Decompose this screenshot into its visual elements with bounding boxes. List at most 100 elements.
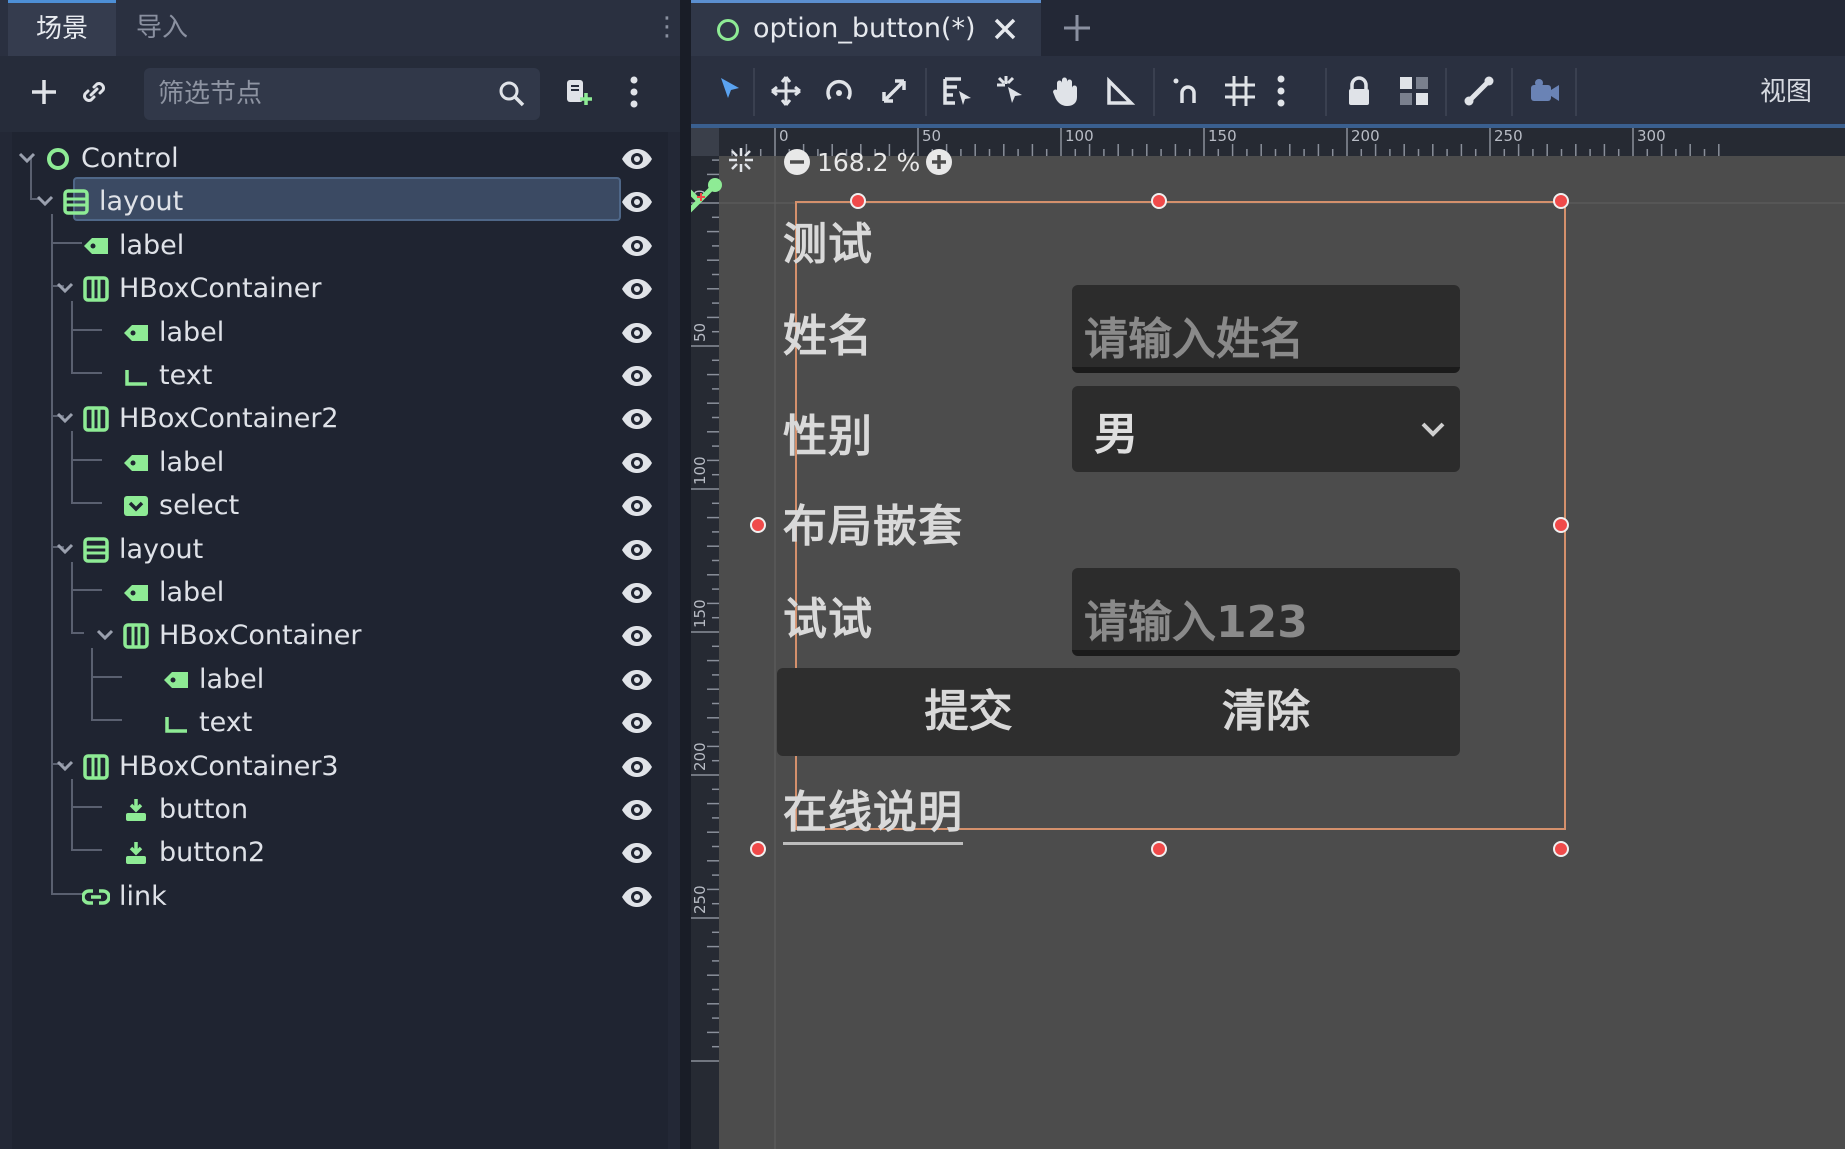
ruler-mode-icon[interactable] [1103,73,1139,109]
scene-tab-label: option_button(*) [753,13,976,44]
zoom-out-icon[interactable] [783,148,811,176]
camera-icon[interactable] [1527,73,1563,109]
dock-menu-icon[interactable]: ⋮ [654,12,680,44]
close-icon[interactable] [991,15,1019,43]
name-label[interactable]: 姓名 [783,300,873,364]
name-input[interactable]: 请输入姓名 [1072,285,1460,373]
tab-scene[interactable]: 场景 [8,0,117,56]
chevron-down-icon[interactable] [54,277,76,299]
optionbutton-icon [122,492,150,520]
try-input[interactable]: 请输入123 [1072,568,1460,656]
scale-mode-icon[interactable] [876,73,912,109]
anchor-gizmo-icon[interactable] [691,173,727,229]
ruler-top-label: 250 [1494,128,1523,145]
snap-options-icon[interactable] [1276,73,1312,109]
group-icon[interactable] [1396,73,1432,109]
dock-tab-bar: 场景 导入 ⋮ [0,0,680,56]
grid-snap-icon[interactable] [1222,73,1258,109]
visibility-eye-icon[interactable] [620,359,654,393]
scene-menu-icon[interactable] [612,70,656,114]
nested-layout-title[interactable]: 布局嵌套 [783,490,963,554]
visibility-eye-icon[interactable] [620,272,654,306]
visibility-eye-icon[interactable] [620,142,654,176]
select-mode-icon[interactable] [713,73,749,109]
visibility-eye-icon[interactable] [620,576,654,610]
ruler-left-ticks: 050100150200250 [691,159,719,1062]
linkbutton-icon [81,883,111,911]
control-circle-icon [717,19,739,41]
name-placeholder: 请输入姓名 [1084,314,1304,365]
visibility-eye-icon[interactable] [620,489,654,523]
try-placeholder: 请输入123 [1084,597,1308,648]
zoom-in-icon[interactable] [925,148,953,176]
list-select-icon[interactable] [939,73,975,109]
button-icon [122,796,150,824]
try-label[interactable]: 试试 [783,583,873,647]
lineedit-icon [122,362,150,390]
label-tag-icon [162,666,190,694]
visibility-eye-icon[interactable] [620,793,654,827]
label-tag-icon [122,579,150,607]
attach-script-icon[interactable] [556,70,600,114]
tab-import[interactable]: 导入 [108,0,216,56]
resize-handle-top[interactable] [1151,193,1167,209]
add-tab-icon[interactable] [1061,12,1093,44]
resize-handle-left[interactable] [750,517,766,533]
chevron-down-icon[interactable] [34,190,56,212]
pan-mode-icon[interactable] [1048,73,1084,109]
visibility-eye-icon[interactable] [620,706,654,740]
scene-tree: Control layout label HBoxContainer label text… [12,132,668,1149]
bone-icon[interactable] [1461,73,1497,109]
chevron-down-icon[interactable] [54,538,76,560]
rotate-mode-icon[interactable] [821,73,857,109]
visibility-eye-icon[interactable] [620,402,654,436]
visibility-eye-icon[interactable] [620,750,654,784]
smart-snap-icon[interactable] [1168,73,1204,109]
chevron-down-icon[interactable] [54,407,76,429]
online-help-link[interactable]: 在线说明 [783,776,963,845]
gender-select[interactable]: 男 [1072,386,1460,472]
clear-button[interactable]: 清除 [1072,668,1460,756]
resize-handle-top-left[interactable] [850,193,866,209]
control-circle-icon [44,145,72,173]
canvas-viewport[interactable]: 050100150200250300 050100150200250 168.2… [691,128,1845,1149]
visibility-eye-icon[interactable] [620,836,654,870]
ruler-left-label: 150 [691,599,709,628]
pivot-mode-icon[interactable] [994,73,1030,109]
vbox-icon [82,536,110,564]
form-title[interactable]: 测试 [783,208,873,272]
filter-nodes-input[interactable] [158,68,478,120]
instance-link-icon[interactable] [72,70,116,114]
visibility-eye-icon[interactable] [620,316,654,350]
search-icon[interactable] [496,78,528,110]
tree-row-link-17[interactable]: link [12,871,668,922]
add-node-icon[interactable] [22,70,66,114]
visibility-eye-icon[interactable] [620,185,654,219]
filter-nodes-field[interactable] [144,68,540,120]
move-mode-icon[interactable] [768,73,804,109]
resize-handle-right[interactable] [1553,517,1569,533]
resize-handle-bottom[interactable] [1151,841,1167,857]
visibility-eye-icon[interactable] [620,229,654,263]
hbox-icon [82,405,110,433]
resize-handle-bottom-left[interactable] [750,841,766,857]
visibility-eye-icon[interactable] [620,880,654,914]
view-menu-button[interactable]: 视图 [1760,70,1812,114]
scene-tab-option-button[interactable]: option_button(*) [691,0,1041,56]
ruler-left-label: 200 [691,742,709,771]
center-view-icon[interactable] [727,146,755,174]
chevron-down-icon[interactable] [94,624,116,646]
chevron-down-icon[interactable] [54,755,76,777]
zoom-level-label[interactable]: 168.2 % [817,144,920,182]
ruler-left[interactable]: 050100150200250 [691,128,719,1149]
lock-icon[interactable] [1341,73,1377,109]
gender-label[interactable]: 性别 [783,400,873,464]
chevron-down-icon[interactable] [16,147,38,169]
resize-handle-bottom-right[interactable] [1553,841,1569,857]
visibility-eye-icon[interactable] [620,533,654,567]
visibility-eye-icon[interactable] [620,446,654,480]
visibility-eye-icon[interactable] [620,619,654,653]
dock-split[interactable] [680,0,691,1149]
visibility-eye-icon[interactable] [620,663,654,697]
resize-handle-top-right[interactable] [1553,193,1569,209]
